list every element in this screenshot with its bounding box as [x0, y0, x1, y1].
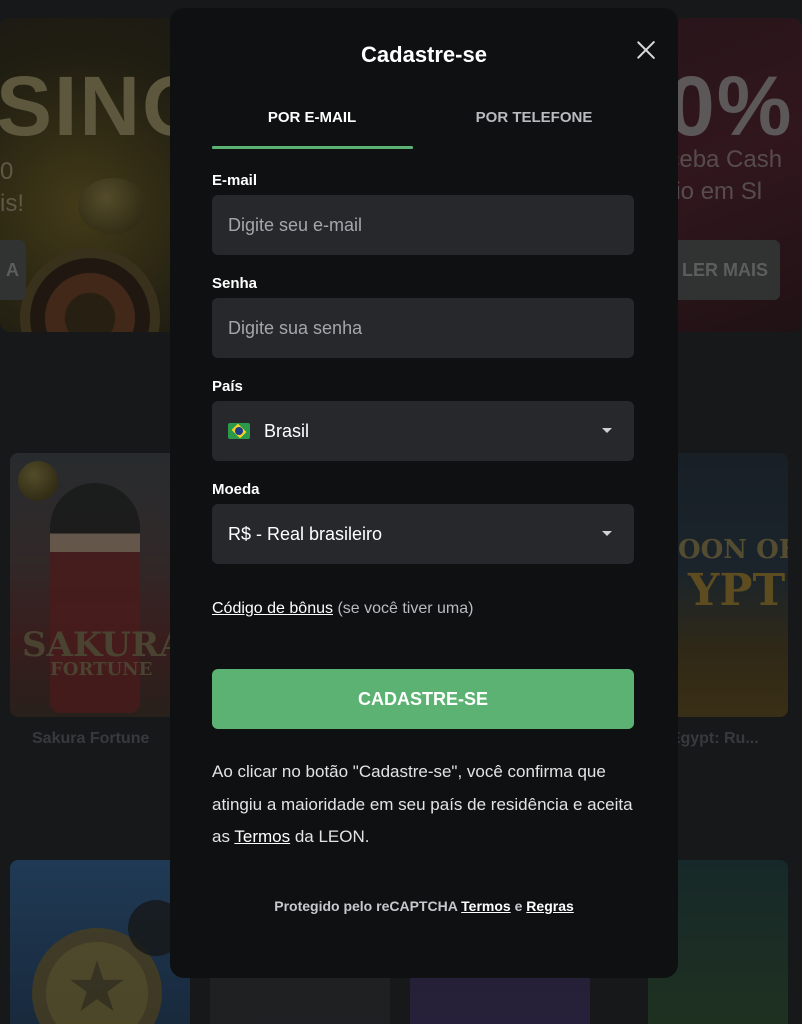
registration-tabs: POR E-MAIL POR TELEFONE [212, 100, 634, 150]
modal-title: Cadastre-se [361, 42, 487, 67]
country-value: Brasil [264, 420, 310, 441]
registration-modal: Cadastre-se POR E-MAIL POR TELEFONE E-ma… [170, 8, 678, 978]
bonus-code-row: Código de bônus (se você tiver uma) [212, 600, 473, 618]
recaptcha-and: e [510, 898, 527, 914]
recaptcha-text: Protegido pelo reCAPTCHA [274, 898, 462, 914]
legal-notice: Ao clicar no botão "Cadastre-se", você c… [212, 756, 642, 854]
register-button[interactable]: CADASTRE-SE [212, 669, 634, 729]
bonus-code-link[interactable]: Código de bônus [212, 600, 333, 617]
currency-value: R$ - Real brasileiro [228, 523, 383, 544]
email-label: E-mail [212, 172, 258, 189]
bonus-code-hint: (se você tiver uma) [337, 600, 474, 617]
country-select[interactable]: Brasil [212, 401, 634, 461]
currency-label: Moeda [212, 481, 260, 498]
tab-email[interactable]: POR E-MAIL [212, 100, 412, 150]
chevron-down-icon [602, 428, 612, 433]
brazil-flag-icon [228, 423, 250, 439]
currency-select[interactable]: R$ - Real brasileiro [212, 504, 634, 564]
email-field[interactable] [212, 195, 634, 255]
recaptcha-terms-link[interactable]: Termos [461, 898, 511, 914]
active-tab-indicator [212, 146, 413, 149]
chevron-down-icon [602, 531, 612, 536]
legal-text-end: da LEON. [290, 827, 370, 846]
close-icon[interactable] [632, 36, 660, 64]
tab-phone[interactable]: POR TELEFONE [434, 100, 634, 150]
recaptcha-notice: Protegido pelo reCAPTCHA Termos e Regras [170, 898, 678, 914]
password-field[interactable] [212, 298, 634, 358]
country-label: País [212, 378, 243, 395]
terms-link[interactable]: Termos [234, 827, 290, 846]
recaptcha-rules-link[interactable]: Regras [526, 898, 573, 914]
password-label: Senha [212, 275, 258, 292]
